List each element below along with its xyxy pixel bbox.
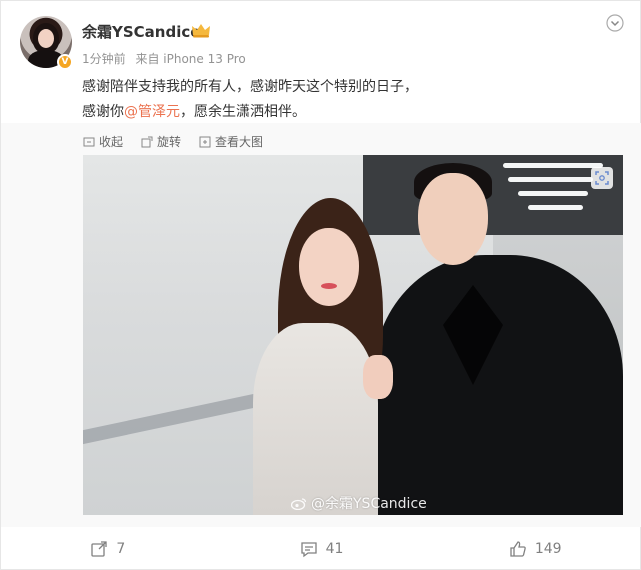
- man-figure: [373, 255, 623, 515]
- woman-dress: [253, 323, 378, 515]
- post-source: 来自 iPhone 13 Pro: [135, 52, 246, 66]
- woman-face: [299, 228, 359, 306]
- rotate-label: 旋转: [157, 135, 182, 149]
- woman-lips: [321, 283, 337, 289]
- comment-icon: [300, 542, 317, 558]
- post-time[interactable]: 1分钟前: [82, 52, 126, 66]
- collapse-icon: [83, 137, 95, 146]
- ceiling-light: [518, 191, 588, 196]
- media-area: 收起 旋转 查看大图 @余霜YSCandice: [1, 123, 641, 527]
- post-username[interactable]: 余霜YSCandice: [82, 21, 200, 42]
- mention-link[interactable]: @管泽元: [124, 104, 180, 120]
- vip-crown-icon: [192, 24, 210, 38]
- avatar-face: [38, 29, 54, 48]
- collapse-label: 收起: [99, 135, 124, 149]
- view-large-label: 查看大图: [215, 135, 264, 149]
- ceiling-light: [503, 163, 603, 168]
- repost-button[interactable]: 7: [1, 527, 215, 570]
- post-meta: 1分钟前 来自 iPhone 13 Pro: [82, 50, 252, 67]
- collapse-button[interactable]: 收起: [83, 133, 123, 150]
- weibo-logo-icon: [291, 497, 307, 510]
- verified-badge-icon: V: [57, 54, 73, 70]
- post-content: 感谢陪伴支持我的所有人，感谢昨天这个特别的日子， 感谢你@管泽元，愿余生潇洒相伴…: [82, 75, 612, 125]
- comment-button[interactable]: 41: [215, 527, 429, 570]
- peace-sign-hand: [363, 355, 393, 399]
- post-text-line-1: 感谢陪伴支持我的所有人，感谢昨天这个特别的日子，: [82, 79, 418, 95]
- chevron-down-icon[interactable]: [606, 14, 624, 32]
- rotate-button[interactable]: 旋转: [141, 133, 181, 150]
- share-icon: [91, 541, 108, 557]
- ceiling-light: [528, 205, 583, 210]
- fullscreen-button[interactable]: [591, 167, 613, 189]
- zoom-icon: [199, 136, 211, 147]
- image-toolbar: 收起 旋转 查看大图: [83, 133, 263, 150]
- ceiling-light: [508, 177, 593, 182]
- post-actions: 7 41 149: [1, 527, 641, 570]
- post-photo[interactable]: @余霜YSCandice: [83, 155, 623, 515]
- rotate-icon: [141, 136, 153, 147]
- comment-count: 41: [325, 541, 344, 557]
- view-large-button[interactable]: 查看大图: [199, 133, 263, 150]
- post-text-line-2: 感谢你@管泽元，愿余生潇洒相伴。: [82, 100, 612, 125]
- like-button[interactable]: 149: [428, 527, 641, 570]
- thumbs-up-icon: [510, 541, 526, 557]
- text-prefix: 感谢你: [82, 104, 124, 120]
- photo-watermark: @余霜YSCandice: [291, 493, 427, 513]
- man-face: [418, 173, 488, 265]
- like-count: 149: [534, 541, 562, 557]
- text-suffix: ，愿余生潇洒相伴。: [180, 104, 306, 120]
- repost-count: 7: [116, 541, 126, 557]
- photo-floor-band: [83, 391, 263, 445]
- weibo-post-card: V 余霜YSCandice 1分钟前 来自 iPhone 13 Pro 感谢陪伴…: [0, 0, 641, 570]
- scan-icon: [595, 171, 609, 185]
- watermark-text: @余霜YSCandice: [311, 496, 427, 512]
